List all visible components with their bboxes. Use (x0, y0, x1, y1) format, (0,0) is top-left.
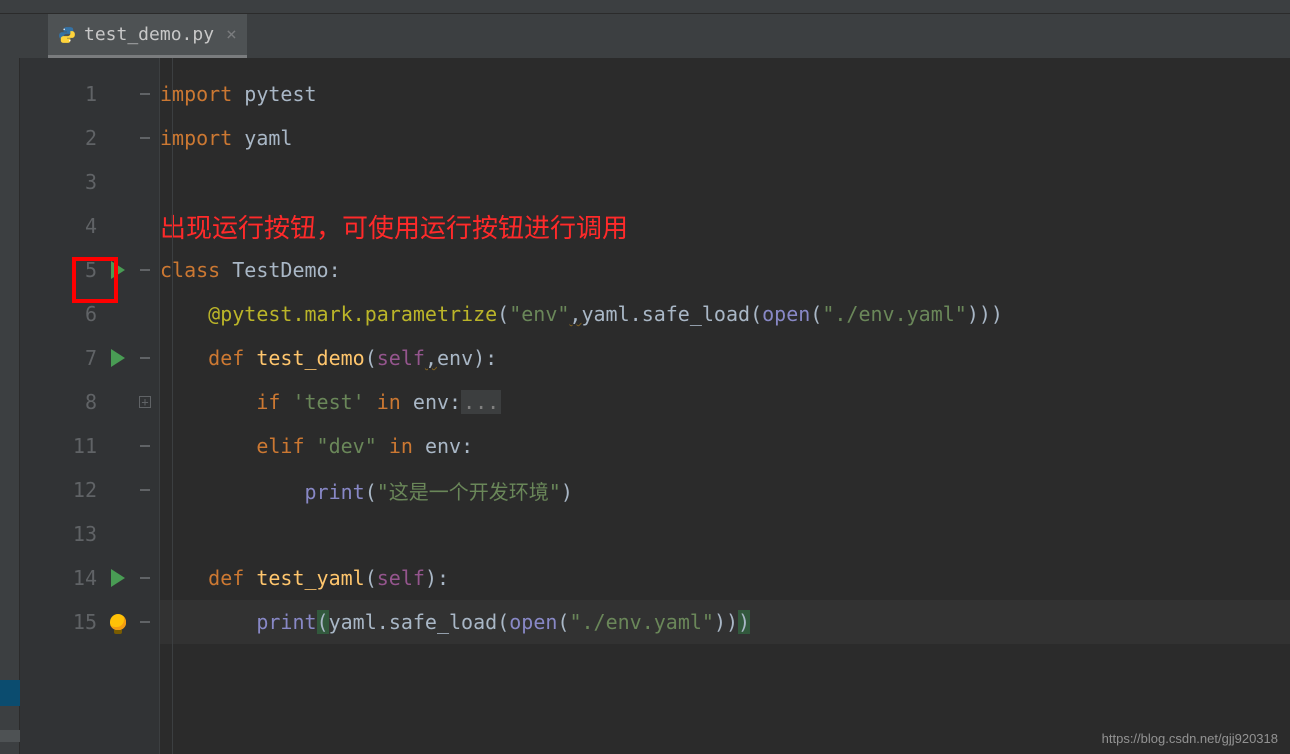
tool-window-marker[interactable] (0, 680, 20, 706)
close-tab-icon[interactable]: × (222, 24, 237, 45)
fold-toggle-icon[interactable] (139, 572, 151, 584)
tab-filename: test_demo.py (84, 24, 214, 45)
line-number: 12 (63, 478, 97, 502)
code-line: import yaml (160, 126, 292, 150)
code-line: if 'test' in env:... (160, 390, 501, 414)
code-line (160, 522, 172, 546)
line-number: 11 (63, 434, 97, 458)
code-line: print("这是一个开发环境") (160, 476, 573, 505)
line-number: 8 (63, 390, 97, 414)
line-number: 3 (63, 170, 97, 194)
fold-expand-icon[interactable] (139, 396, 151, 408)
fold-toggle-icon[interactable] (139, 88, 151, 100)
watermark-text: https://blog.csdn.net/gjj920318 (1102, 731, 1278, 746)
gutter: 1 2 3 4 5 6 7 8 11 12 13 14 15 (20, 58, 160, 754)
line-number: 1 (63, 82, 97, 106)
fold-toggle-icon[interactable] (139, 352, 151, 364)
intention-bulb-icon[interactable] (110, 614, 126, 630)
code-line: def test_demo(self,env): (160, 346, 497, 370)
code-line (160, 170, 172, 194)
fold-end-icon (139, 616, 151, 628)
fold-end-icon (139, 440, 151, 452)
fold-end-icon (139, 132, 151, 144)
annotation-text: 出现运行按钮，可使用运行按钮进行调用 (160, 208, 628, 245)
annotation-highlight-box (72, 257, 118, 303)
folded-code-indicator[interactable]: ... (461, 390, 501, 414)
tab-bar: test_demo.py × (0, 14, 1290, 58)
python-file-icon (58, 26, 76, 44)
line-number: 13 (63, 522, 97, 546)
run-test-icon[interactable] (111, 349, 125, 367)
fold-toggle-icon[interactable] (139, 264, 151, 276)
line-number: 6 (63, 302, 97, 326)
left-tool-stripe (0, 58, 20, 754)
tab-bar-fill (247, 14, 1290, 58)
code-line: import pytest (160, 82, 317, 106)
editor: 1 2 3 4 5 6 7 8 11 12 13 14 15 import py… (0, 58, 1290, 754)
fold-end-icon (139, 484, 151, 496)
code-line: def test_yaml(self): (160, 566, 449, 590)
code-line: elif "dev" in env: (160, 434, 473, 458)
code-line: print(yaml.safe_load(open("./env.yaml"))… (160, 610, 750, 634)
top-toolbar (0, 0, 1290, 14)
line-number: 15 (63, 610, 97, 634)
run-test-icon[interactable] (111, 569, 125, 587)
line-number: 7 (63, 346, 97, 370)
tool-window-marker-2[interactable] (0, 730, 20, 742)
code-line: @pytest.mark.parametrize("env",yaml.safe… (160, 302, 1003, 326)
code-line: class TestDemo: (160, 258, 341, 282)
line-number: 4 (63, 214, 97, 238)
code-area[interactable]: import pytest import yaml 出现运行按钮，可使用运行按钮… (160, 58, 1290, 754)
line-number: 2 (63, 126, 97, 150)
file-tab-test-demo[interactable]: test_demo.py × (48, 14, 247, 58)
line-number: 14 (63, 566, 97, 590)
